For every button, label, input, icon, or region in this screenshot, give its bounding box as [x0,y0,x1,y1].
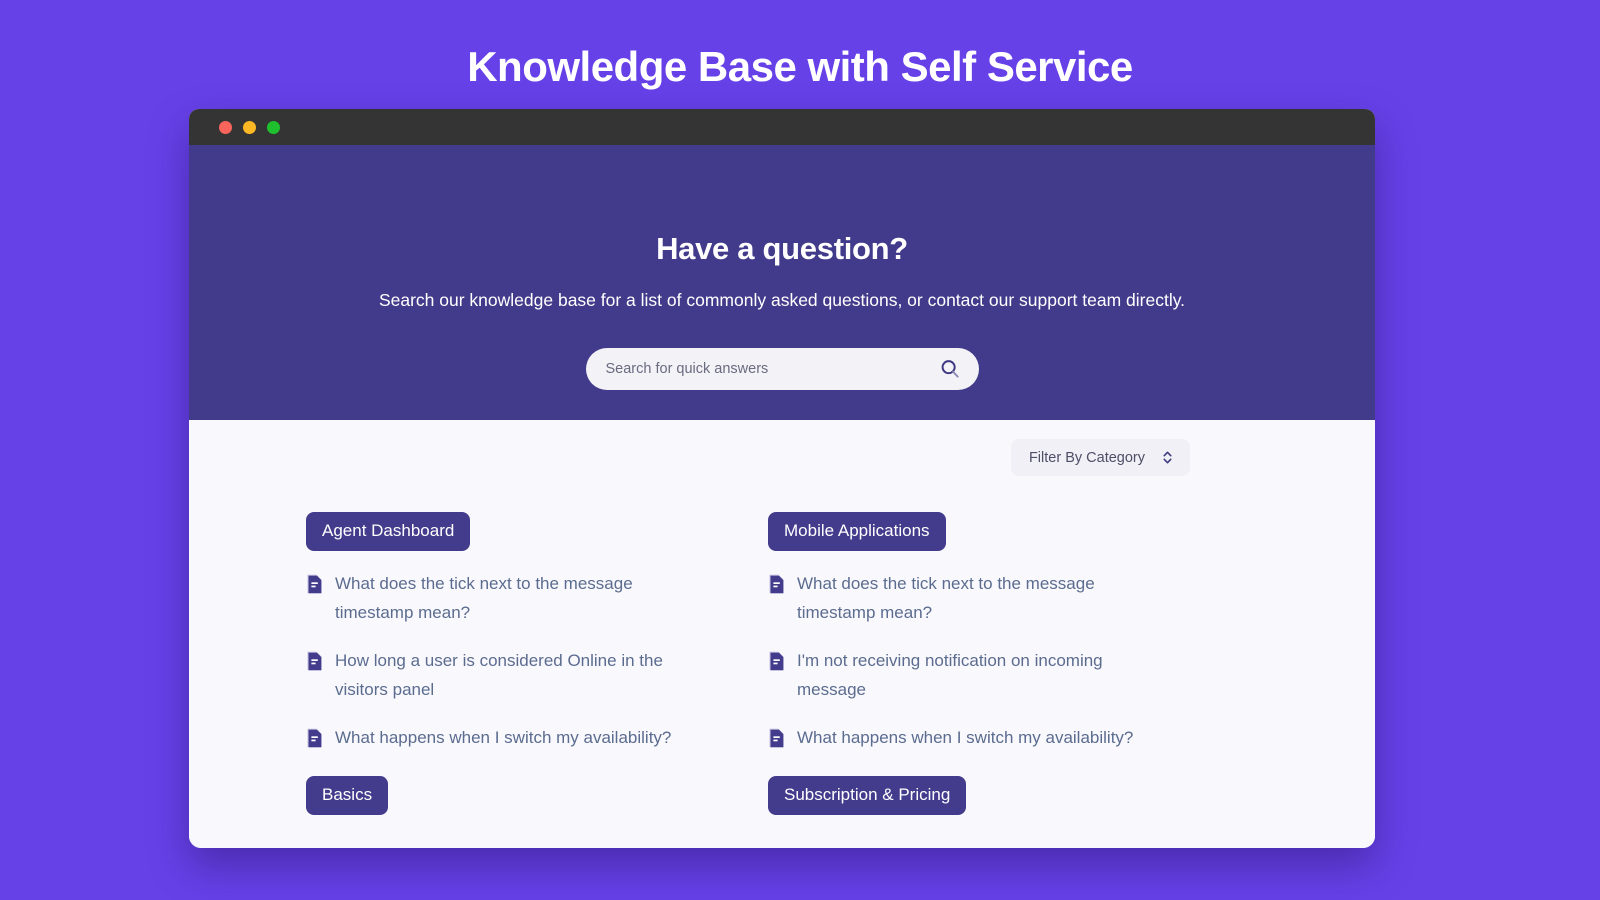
article-title[interactable]: What happens when I switch my availabili… [335,723,671,752]
article-title[interactable]: What does the tick next to the message t… [797,569,1167,628]
article-title[interactable]: I'm not receiving notification on incomi… [797,646,1167,705]
category-badge-subscription-pricing[interactable]: Subscription & Pricing [768,776,967,816]
category-column-subscription-pricing: Subscription & Pricing [768,776,1230,833]
hero-heading: Have a question? [656,231,908,266]
content-area: Filter By Category Agent Dashboard What … [189,420,1375,848]
category-column-agent-dashboard: Agent Dashboard What does the tick next … [306,512,768,770]
search-input[interactable] [605,361,939,377]
category-columns-row2: Basics Subscription & Pricing [189,770,1375,833]
category-badge-mobile-applications[interactable]: Mobile Applications [768,512,946,551]
list-item[interactable]: What does the tick next to the message t… [768,569,1230,628]
list-item[interactable]: I'm not receiving notification on incomi… [768,646,1230,705]
document-icon [307,728,322,747]
search-bar[interactable] [585,348,979,390]
article-list-agent-dashboard: What does the tick next to the message t… [306,569,768,752]
category-columns: Agent Dashboard What does the tick next … [189,476,1375,770]
browser-window-mock: Have a question? Search our knowledge ba… [189,109,1375,848]
document-icon [769,574,784,594]
filter-row: Filter By Category [189,420,1375,476]
minimize-window-dot[interactable] [243,120,256,134]
list-item[interactable]: What does the tick next to the message t… [306,569,768,628]
document-icon [307,651,322,671]
close-window-dot[interactable] [219,120,232,134]
category-badge-agent-dashboard[interactable]: Agent Dashboard [306,512,471,551]
maximize-window-dot[interactable] [267,120,280,134]
article-title[interactable]: What does the tick next to the message t… [335,569,705,628]
filter-by-category-label: Filter By Category [1028,449,1145,466]
search-icon[interactable] [939,358,961,380]
list-item[interactable]: What happens when I switch my availabili… [306,723,768,752]
hero-subtitle: Search our knowledge base for a list of … [378,290,1186,310]
filter-by-category-select[interactable]: Filter By Category [1010,439,1190,476]
document-icon [769,728,784,747]
list-item[interactable]: How long a user is considered Online in … [306,646,768,705]
list-item[interactable]: What happens when I switch my availabili… [768,723,1230,752]
document-icon [307,574,322,594]
article-title[interactable]: What happens when I switch my availabili… [797,723,1133,752]
page-title: Knowledge Base with Self Service [467,43,1133,90]
chevron-up-down-icon[interactable] [1161,449,1174,466]
article-title[interactable]: How long a user is considered Online in … [335,646,705,705]
category-column-basics: Basics [306,776,768,833]
category-column-mobile-applications: Mobile Applications What does the tick n… [768,512,1230,770]
hero-section: Have a question? Search our knowledge ba… [189,145,1375,420]
article-list-mobile-applications: What does the tick next to the message t… [768,569,1230,752]
browser-title-bar [189,109,1375,145]
document-icon [769,651,784,671]
category-badge-basics[interactable]: Basics [306,776,389,816]
